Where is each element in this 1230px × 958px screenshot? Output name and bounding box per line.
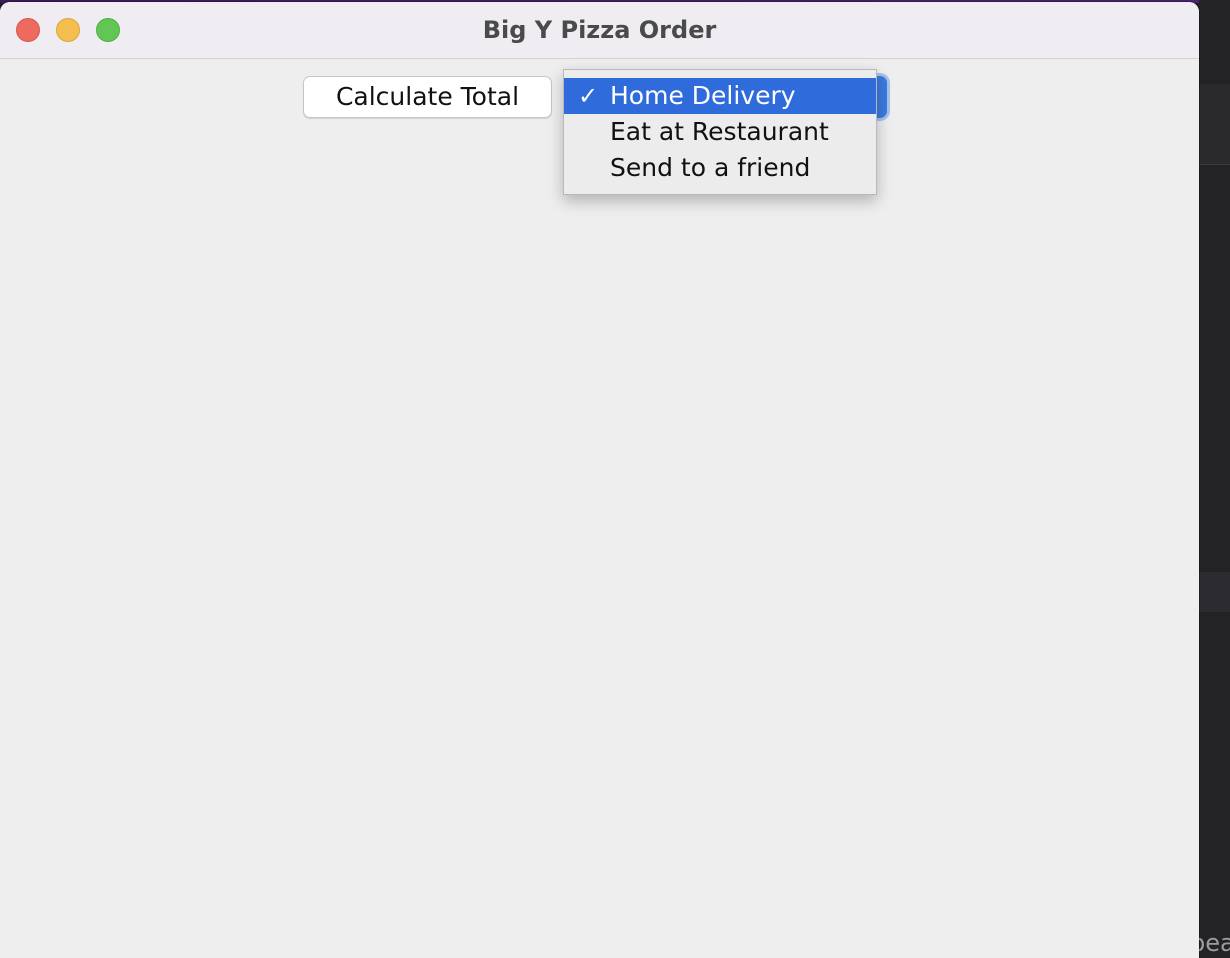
menu-item-home-delivery[interactable]: ✓ Home Delivery — [564, 78, 876, 114]
background-window-panel — [1199, 572, 1230, 612]
calculate-total-button[interactable]: Calculate Total — [303, 76, 552, 118]
background-window-text: bea — [1199, 929, 1230, 957]
title-bar: Big Y Pizza Order — [0, 2, 1199, 59]
background-window-panel — [1199, 84, 1230, 165]
menu-item-eat-at-restaurant[interactable]: Eat at Restaurant — [564, 114, 876, 150]
app-window: Big Y Pizza Order Calculate Total ✓ Home… — [0, 2, 1199, 958]
menu-item-label: Send to a friend — [610, 153, 811, 182]
checkmark-icon: ✓ — [577, 82, 599, 110]
window-title: Big Y Pizza Order — [482, 16, 717, 44]
menu-item-label: Home Delivery — [610, 81, 796, 110]
menu-item-send-to-friend[interactable]: Send to a friend — [564, 150, 876, 186]
menu-item-label: Eat at Restaurant — [610, 117, 829, 146]
delivery-options-menu: ✓ Home Delivery Eat at Restaurant Send t… — [563, 69, 877, 195]
